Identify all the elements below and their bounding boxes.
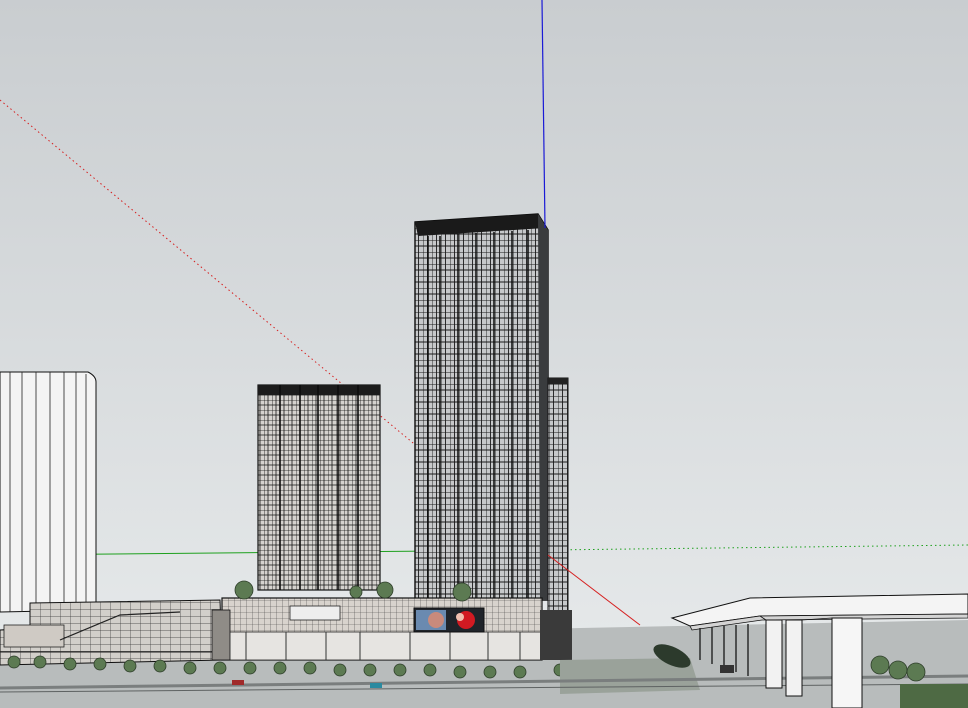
commercial-podium[interactable] [221,597,572,661]
sketchup-viewport[interactable] [0,0,968,708]
side-tower[interactable] [547,377,569,639]
residential-tower[interactable] [257,384,381,591]
billboard-advertisement[interactable] [413,607,485,633]
white-tower-left[interactable] [0,371,97,613]
lawn-right [900,684,968,708]
main-office-tower[interactable] [414,213,549,601]
low-rise-shops-left[interactable] [0,599,231,666]
